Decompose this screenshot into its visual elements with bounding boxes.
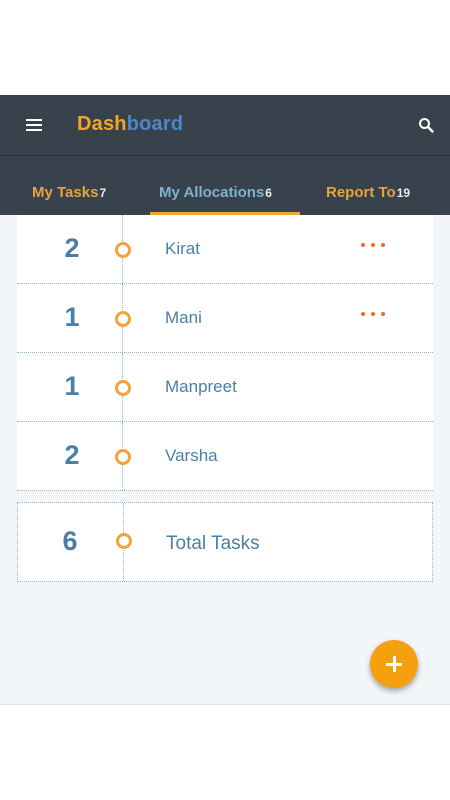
add-button[interactable] <box>370 640 418 688</box>
task-count: 1 <box>64 371 80 401</box>
timeline-dot-icon <box>115 449 131 465</box>
allocation-list: 2 Kirat 1 Mani 1 Manpreet 2 Varsha <box>17 215 433 491</box>
timeline-dot-icon <box>115 311 131 327</box>
page-title: Dashboard <box>77 113 183 136</box>
search-icon[interactable] <box>418 117 434 133</box>
tab-my-tasks-label: My Tasks <box>32 184 99 201</box>
tab-report-to-text: Report To19 <box>326 184 410 201</box>
plus-icon-vertical <box>392 656 396 672</box>
app-bar: Dashboard <box>0 95 450 156</box>
tab-my-allocations-text: My Allocations6 <box>159 184 272 201</box>
tab-my-tasks-count: 7 <box>99 186 107 200</box>
assignee-name: Mani <box>165 308 202 327</box>
tab-report-to-count: 19 <box>396 186 411 200</box>
bottom-divider <box>0 704 450 705</box>
timeline-dot-icon <box>116 533 132 549</box>
total-tasks-label: Total Tasks <box>166 533 260 554</box>
task-count: 1 <box>64 302 80 332</box>
list-item[interactable]: 2 Kirat <box>17 215 433 284</box>
timeline-dot-icon <box>115 380 131 396</box>
tab-report-to-label: Report To <box>326 184 396 201</box>
task-count: 2 <box>64 233 80 263</box>
assignee-name: Kirat <box>165 239 200 258</box>
total-tasks-card: 6 Total Tasks <box>17 502 433 582</box>
tab-my-allocations-count: 6 <box>265 186 272 200</box>
list-item[interactable]: 2 Varsha <box>17 422 433 491</box>
assignee-name: Manpreet <box>165 377 237 396</box>
tab-bar: My Tasks7 My Allocations6 Report To19 <box>0 156 450 215</box>
title-part-board: board <box>126 113 184 135</box>
tab-my-tasks-text: My Tasks7 <box>32 184 106 201</box>
tab-report-to[interactable]: Report To19 <box>300 156 450 215</box>
assignee-name: Varsha <box>165 446 218 465</box>
task-count: 2 <box>64 440 80 470</box>
tab-my-tasks[interactable]: My Tasks7 <box>0 156 150 215</box>
more-options-icon[interactable] <box>361 235 389 255</box>
app-screen: Dashboard My Tasks7 My Allocations6 Repo… <box>0 95 450 705</box>
list-item[interactable]: 1 Mani <box>17 284 433 353</box>
list-item[interactable]: 1 Manpreet <box>17 353 433 422</box>
hamburger-menu-icon[interactable] <box>26 119 42 131</box>
timeline-dot-icon <box>115 242 131 258</box>
total-task-count: 6 <box>62 526 78 556</box>
tab-my-allocations-label: My Allocations <box>159 184 265 201</box>
tab-my-allocations[interactable]: My Allocations6 <box>150 156 300 215</box>
more-options-icon[interactable] <box>361 304 389 324</box>
title-part-dash: Dash <box>77 113 127 135</box>
